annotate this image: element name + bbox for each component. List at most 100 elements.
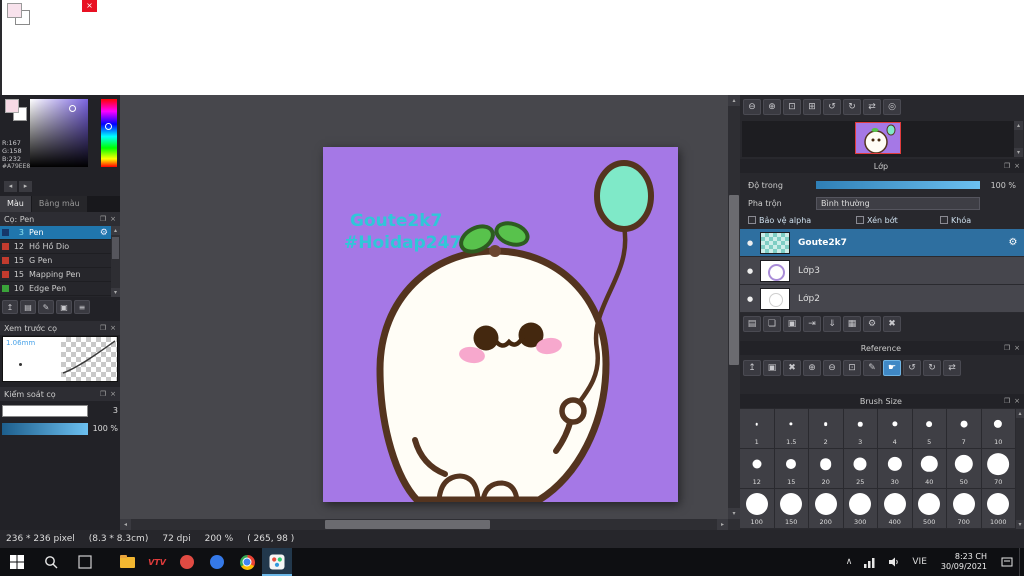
layer-row[interactable]: ● Lớp3	[740, 257, 1024, 285]
brush-size-option[interactable]: 12	[740, 449, 775, 489]
scrollbar-thumb[interactable]	[112, 237, 119, 259]
scroll-down-icon[interactable]: ▾	[728, 508, 740, 519]
horizontal-scrollbar[interactable]: ◂ ▸	[120, 519, 728, 530]
scrollbar-thumb[interactable]	[729, 195, 739, 365]
flatten-icon[interactable]: ▦	[843, 316, 861, 332]
medibang-paint-button[interactable]	[262, 548, 292, 576]
popout-icon[interactable]: ❐	[100, 215, 106, 223]
scroll-down-icon[interactable]: ▾	[111, 288, 120, 297]
close-icon[interactable]: ×	[1014, 162, 1020, 170]
protect-alpha-checkbox[interactable]: Bảo vệ alpha	[748, 216, 848, 225]
layer-settings-icon[interactable]: ⚙	[1002, 237, 1024, 248]
brush-size-option[interactable]: 100	[740, 489, 775, 529]
start-button[interactable]	[0, 548, 34, 576]
canvas[interactable]: Goute2k7 #Hoidap247	[323, 147, 678, 504]
scroll-up-icon[interactable]: ▴	[728, 95, 740, 106]
brush-size-option[interactable]: 700	[947, 489, 982, 529]
brush-list-item[interactable]: 15 Mapping Pen	[0, 268, 111, 282]
scroll-down-icon[interactable]: ▾	[1015, 520, 1024, 529]
brush-size-option[interactable]: 200	[809, 489, 844, 529]
brush-size-option[interactable]: 500	[912, 489, 947, 529]
ref-flip-icon[interactable]: ⇄	[943, 360, 961, 376]
brush-list-item[interactable]: 15 G Pen	[0, 254, 111, 268]
scroll-up-icon[interactable]: ▴	[111, 226, 120, 235]
ref-hand-tool-icon[interactable]: ☛	[883, 360, 901, 376]
brush-size-option[interactable]: 3	[843, 409, 878, 449]
popout-icon[interactable]: ❐	[1004, 344, 1010, 352]
scroll-down-icon[interactable]: ▾	[1014, 148, 1023, 157]
tray-expand-button[interactable]: ∧	[840, 548, 859, 576]
ref-eyedropper-icon[interactable]: ✎	[863, 360, 881, 376]
ref-rotate-left-icon[interactable]: ↺	[903, 360, 921, 376]
hue-slider[interactable]	[101, 99, 117, 167]
layer-visibility-icon[interactable]: ●	[740, 295, 760, 303]
close-icon[interactable]: ×	[110, 390, 116, 398]
foreground-color-swatch[interactable]	[5, 99, 19, 113]
language-indicator[interactable]: VIE	[906, 548, 933, 576]
brush-size-option[interactable]: 15	[774, 449, 809, 489]
color-cursor[interactable]	[69, 105, 76, 112]
close-button[interactable]: ×	[82, 0, 97, 12]
layer-visibility-icon[interactable]: ●	[740, 239, 760, 247]
navigator-scrollbar[interactable]: ▴ ▾	[1014, 121, 1023, 157]
new-brush-icon[interactable]: ▤	[20, 300, 36, 314]
rotate-left-icon[interactable]: ↺	[823, 99, 841, 115]
saturation-value-picker[interactable]	[30, 99, 88, 167]
foreground-color-swatch[interactable]	[7, 3, 22, 18]
layer-row[interactable]: ● Goute2k7 ⚙	[740, 229, 1024, 257]
clock[interactable]: 8:23 CH 30/09/2021	[933, 552, 995, 572]
show-desktop-button[interactable]	[1019, 548, 1024, 576]
brush-size-option[interactable]: 50	[947, 449, 982, 489]
delete-layer-icon[interactable]: ✖	[883, 316, 901, 332]
tab-mau[interactable]: Màu	[0, 196, 32, 212]
clear-reference-icon[interactable]: ✖	[783, 360, 801, 376]
brush-size-option[interactable]: 300	[843, 489, 878, 529]
brush-opacity-slider[interactable]	[2, 422, 88, 435]
brush-size-option[interactable]: 7	[947, 409, 982, 449]
brush-size-option[interactable]: 20	[809, 449, 844, 489]
scroll-up-icon[interactable]: ▴	[1015, 409, 1024, 418]
brush-size-slider[interactable]	[2, 404, 88, 417]
vertical-scrollbar[interactable]: ▴ ▾	[728, 95, 740, 530]
brush-size-option[interactable]: 400	[878, 489, 913, 529]
brush-size-option[interactable]: 30	[878, 449, 913, 489]
file-explorer-button[interactable]	[112, 548, 142, 576]
brush-size-option[interactable]: 1	[740, 409, 775, 449]
ref-zoom-out-icon[interactable]: ⊖	[823, 360, 841, 376]
fit-view-icon[interactable]: ⊡	[783, 99, 801, 115]
close-icon[interactable]: ×	[110, 324, 116, 332]
blend-mode-dropdown[interactable]: Bình thường	[816, 196, 980, 210]
new-layer-icon[interactable]: ▤	[743, 316, 761, 332]
actual-pixels-icon[interactable]: ⊞	[803, 99, 821, 115]
brush-size-option[interactable]: 1000	[981, 489, 1016, 529]
zoom-in-icon[interactable]: ⊕	[763, 99, 781, 115]
brush-size-option[interactable]: 1.5	[774, 409, 809, 449]
navigator-thumbnail[interactable]	[855, 122, 901, 154]
brush-size-scrollbar[interactable]: ▴ ▾	[1015, 409, 1024, 529]
popout-icon[interactable]: ❐	[1004, 397, 1010, 405]
transfer-layer-icon[interactable]: ⇥	[803, 316, 821, 332]
brush-size-option[interactable]: 150	[774, 489, 809, 529]
tab-bang-mau[interactable]: Bảng màu	[31, 196, 88, 212]
clipping-checkbox[interactable]: Xén bớt	[856, 216, 932, 225]
layer-row[interactable]: ● Lớp2	[740, 285, 1024, 313]
popout-icon[interactable]: ❐	[1004, 162, 1010, 170]
action-center-button[interactable]	[995, 548, 1019, 576]
brush-size-option[interactable]: 40	[912, 449, 947, 489]
brush-size-option[interactable]: 70	[981, 449, 1016, 489]
next-color-button[interactable]: ▸	[19, 181, 32, 192]
close-icon[interactable]: ×	[1014, 344, 1020, 352]
network-icon[interactable]	[858, 548, 882, 576]
brush-list-item[interactable]: 10 Edge Pen	[0, 282, 111, 296]
load-reference-icon[interactable]: ↥	[743, 360, 761, 376]
edit-brush-icon[interactable]: ✎	[38, 300, 54, 314]
scrollbar-thumb[interactable]	[325, 520, 490, 529]
duplicate-layer-icon[interactable]: ❏	[763, 316, 781, 332]
brush-list-scrollbar[interactable]: ▴ ▾	[111, 226, 120, 297]
navigator-view[interactable]	[742, 121, 1014, 157]
checkbox-icon[interactable]	[856, 216, 864, 224]
layer-visibility-icon[interactable]: ●	[740, 267, 760, 275]
brush-list-item[interactable]: 3 Pen ⚙	[0, 226, 111, 240]
brush-size-option[interactable]: 5	[912, 409, 947, 449]
vtv-app-button[interactable]: VTV	[142, 548, 172, 576]
